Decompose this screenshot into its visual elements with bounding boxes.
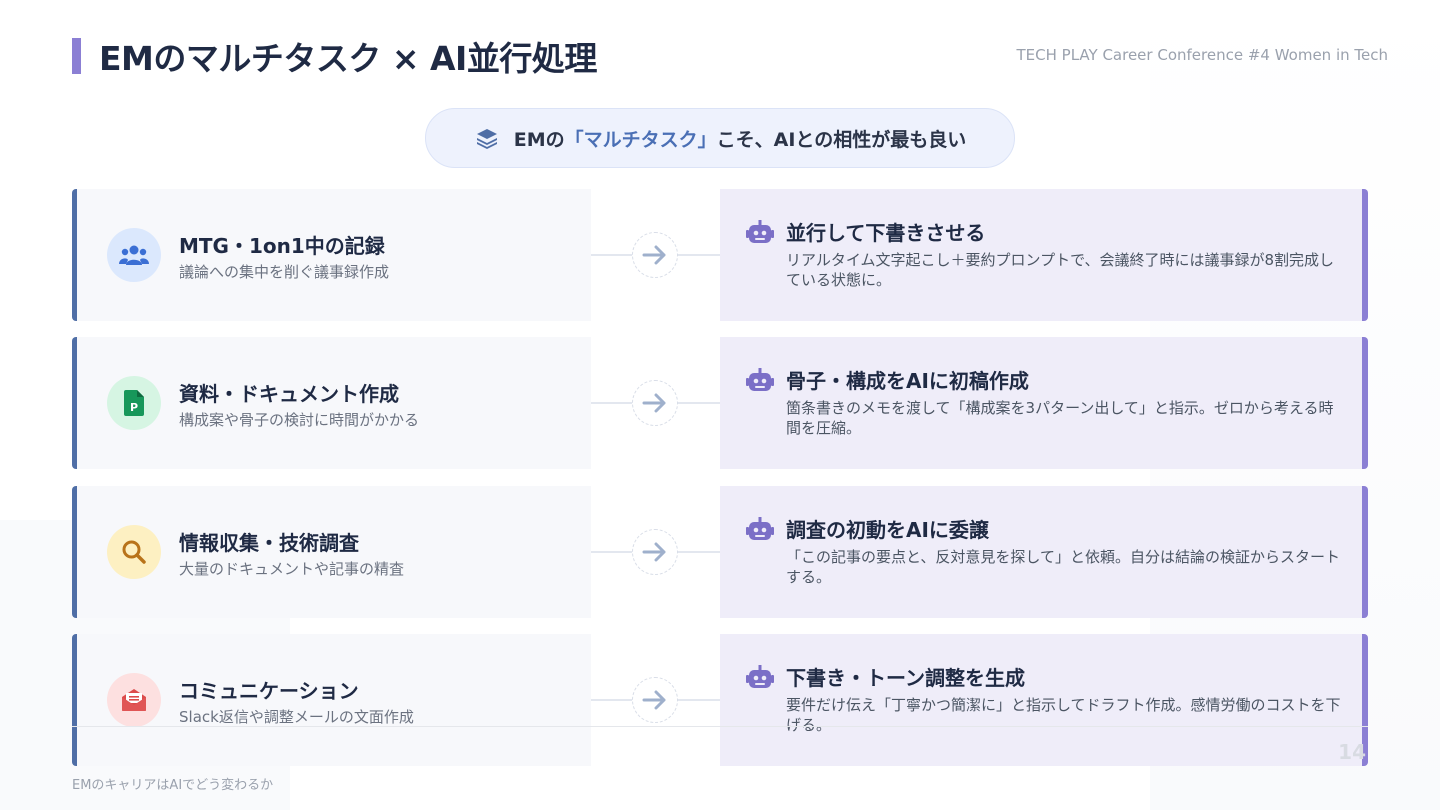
arrow-right-icon: [632, 677, 678, 723]
mail-icon: [107, 673, 161, 727]
task-subtitle: 大量のドキュメントや記事の精査: [179, 560, 405, 578]
task-row: コミュニケーション Slack返信や調整メールの文面作成 下書き・トーン調整を生…: [72, 634, 1368, 766]
search-icon: [107, 525, 161, 579]
ai-title: 下書き・トーン調整を生成: [786, 666, 1025, 690]
tagline-highlight: 「マルチタスク」: [564, 128, 717, 151]
task-title: コミュニケーション: [179, 679, 359, 703]
ai-title: 並行して下書きさせる: [786, 221, 986, 245]
task-card: コミュニケーション Slack返信や調整メールの文面作成: [72, 634, 591, 766]
task-row: 情報収集・技術調査 大量のドキュメントや記事の精査 調査の初動をAIに委譲 「こ…: [72, 486, 1368, 618]
ai-title: 調査の初動をAIに委譲: [786, 518, 989, 542]
footer-text: EMのキャリアはAIでどう変わるか: [72, 778, 274, 793]
task-subtitle: 構成案や骨子の検討に時間がかかる: [179, 411, 420, 429]
ai-description: 「この記事の要点と、反対意見を探して」と依頼。自分は結論の検証からスタートする。: [786, 548, 1340, 586]
task-subtitle: 議論への集中を削ぐ議事録作成: [179, 263, 390, 281]
ai-card: 調査の初動をAIに委譲 「この記事の要点と、反対意見を探して」と依頼。自分は結論…: [720, 486, 1368, 618]
task-row: MTG・1on1中の記録 議論への集中を削ぐ議事録作成 並行して下書きさせる リ…: [72, 189, 1368, 321]
task-title: 資料・ドキュメント作成: [179, 382, 399, 406]
layers-icon: [474, 125, 500, 151]
ai-card: 並行して下書きさせる リアルタイム文字起こし＋要約プロンプトで、会議終了時には議…: [720, 189, 1368, 321]
page-title: EMのマルチタスク × AI並行処理: [99, 39, 597, 78]
task-subtitle: Slack返信や調整メールの文面作成: [179, 708, 414, 726]
task-title: MTG・1on1中の記録: [179, 234, 385, 258]
title-accent-bar: [72, 38, 81, 74]
ai-description: 要件だけ伝え「丁寧かつ簡潔に」と指示してドラフト作成。感情労働のコストを下げる。: [786, 696, 1341, 734]
ai-card: 下書き・トーン調整を生成 要件だけ伝え「丁寧かつ簡潔に」と指示してドラフト作成。…: [720, 634, 1368, 766]
arrow-right-icon: [632, 232, 678, 278]
robot-icon: [746, 220, 774, 244]
arrow-right-icon: [632, 529, 678, 575]
ai-description: 箇条書きのメモを渡して「構成案を3パターン出して」と指示。ゼロから考える時間を圧…: [786, 399, 1334, 437]
task-card: 情報収集・技術調査 大量のドキュメントや記事の精査: [72, 486, 591, 618]
ai-title: 骨子・構成をAIに初稿作成: [786, 369, 1029, 393]
task-title: 情報収集・技術調査: [179, 531, 359, 555]
robot-icon: [746, 517, 774, 541]
task-row: P 資料・ドキュメント作成 構成案や骨子の検討に時間がかかる 骨子・構成をAIに…: [72, 337, 1368, 469]
tagline-text: EMの「マルチタスク」こそ、AIとの相性が最も良い: [513, 128, 967, 151]
event-name: TECH PLAY Career Conference #4 Women in …: [1016, 46, 1388, 64]
robot-icon: [746, 665, 774, 689]
page-number: 14: [1338, 740, 1366, 764]
footer-divider: [72, 726, 1368, 727]
tagline-pill: EMの「マルチタスク」こそ、AIとの相性が最も良い: [425, 108, 1015, 168]
users-icon: [107, 228, 161, 282]
ai-card: 骨子・構成をAIに初稿作成 箇条書きのメモを渡して「構成案を3パターン出して」と…: [720, 337, 1368, 469]
slides-file-icon: P: [107, 376, 161, 430]
task-card: MTG・1on1中の記録 議論への集中を削ぐ議事録作成: [72, 189, 591, 321]
svg-text:P: P: [130, 401, 138, 414]
robot-icon: [746, 368, 774, 392]
arrow-right-icon: [632, 380, 678, 426]
ai-description: リアルタイム文字起こし＋要約プロンプトで、会議終了時には議事録が8割完成している…: [786, 251, 1335, 289]
task-card: P 資料・ドキュメント作成 構成案や骨子の検討に時間がかかる: [72, 337, 591, 469]
